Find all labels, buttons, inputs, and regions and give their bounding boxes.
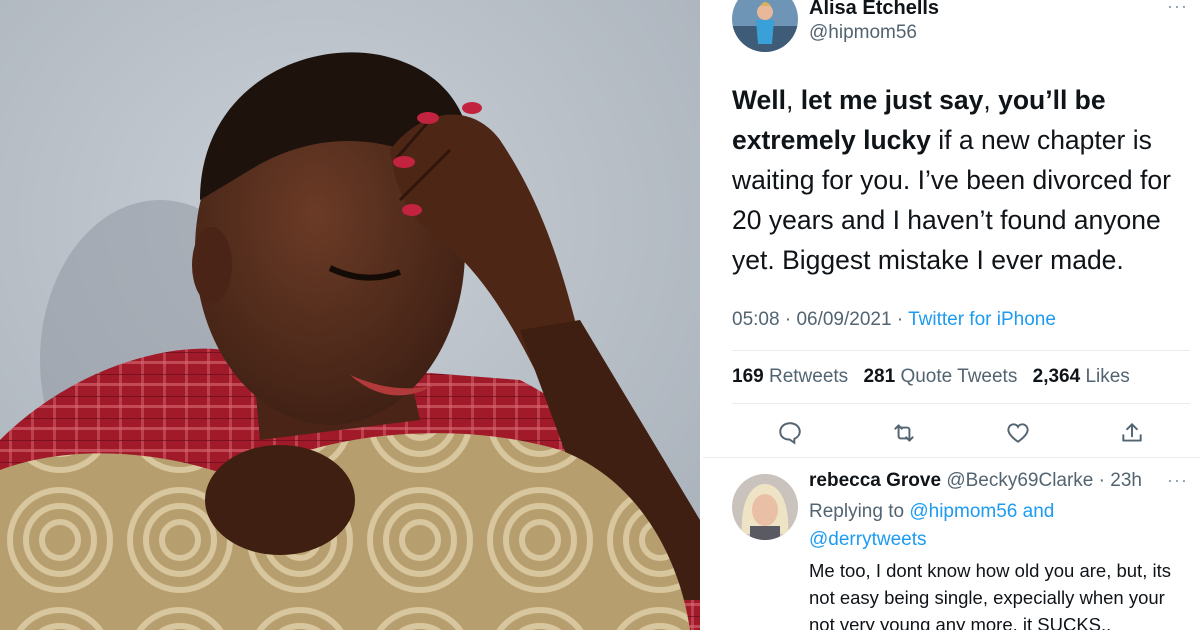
reply-text: Me too, I dont know how old you are, but… — [809, 560, 1171, 630]
divider — [732, 350, 1190, 351]
tweet-text: Well, let me just say, you’ll be extreme… — [732, 80, 1187, 280]
reply-author-handle[interactable]: @Becky69Clarke — [946, 470, 1093, 491]
retweets-stat[interactable]: 169 Retweets — [732, 366, 848, 387]
author-handle[interactable]: @hipmom56 — [809, 22, 917, 44]
quote-tweets-stat[interactable]: 281 Quote Tweets — [863, 366, 1017, 387]
retweet-icon[interactable] — [889, 418, 919, 448]
divider — [703, 457, 1200, 458]
tweet-text-part: let me just say — [800, 85, 984, 115]
photo-crying-woman — [0, 0, 700, 630]
reply-icon[interactable] — [775, 418, 805, 448]
tweet-date[interactable]: 06/09/2021 — [796, 309, 891, 330]
divider — [732, 403, 1190, 404]
reply-author-name[interactable]: rebecca Grove — [809, 470, 941, 491]
tweet-text-part: , — [983, 85, 999, 115]
tweet-stats: 169 Retweets 281 Quote Tweets 2,364 Like… — [732, 366, 1140, 388]
more-dots-icon[interactable]: ··· — [1167, 0, 1188, 17]
like-icon[interactable] — [1003, 418, 1033, 448]
likes-stat[interactable]: 2,364 Likes — [1033, 366, 1130, 387]
replying-to: Replying to @hipmom56 and @derrytweets — [809, 498, 1109, 554]
tweet-text-part: Well — [732, 85, 786, 115]
replying-prefix: Replying to — [809, 501, 905, 522]
tweet-panel: Alisa Etchells @hipmom56 ··· Well, let m… — [703, 0, 1200, 630]
author-avatar[interactable] — [732, 0, 798, 52]
share-icon[interactable] — [1117, 418, 1147, 448]
tweet-time[interactable]: 05:08 — [732, 309, 780, 330]
tweet-source-link[interactable]: Twitter for iPhone — [908, 309, 1056, 330]
mention-link[interactable]: @hipmom56 — [909, 501, 1017, 522]
more-dots-icon[interactable]: ··· — [1167, 470, 1188, 491]
tweet-meta: 05:08 · 06/09/2021 · Twitter for iPhone — [732, 309, 1056, 330]
reply-author-avatar[interactable] — [732, 474, 798, 540]
author-name[interactable]: Alisa Etchells — [809, 0, 939, 20]
mention-link[interactable]: @derrytweets — [809, 529, 927, 550]
tweet-text-part: , — [786, 85, 801, 115]
reply-header: rebecca Grove @Becky69Clarke · 23h — [809, 470, 1142, 491]
and-word: and — [1022, 501, 1055, 522]
reply-age[interactable]: 23h — [1110, 470, 1142, 491]
